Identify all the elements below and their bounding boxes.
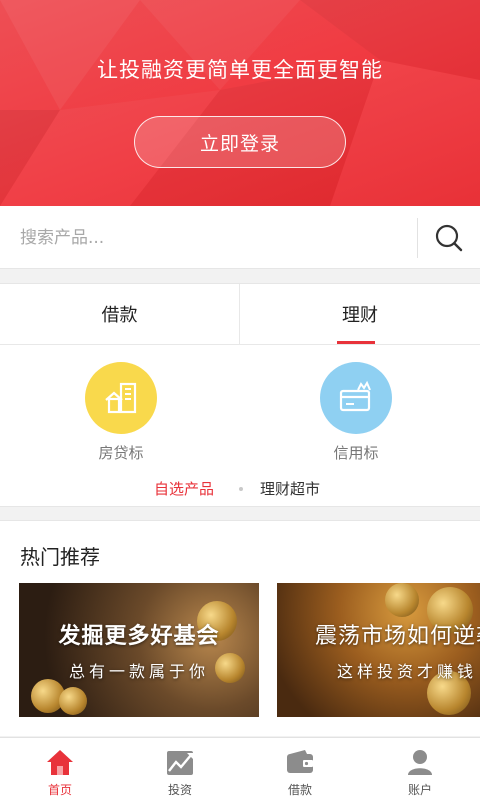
nav-loan[interactable]: 借款 — [240, 738, 360, 800]
promo-banner-fund[interactable]: 发掘更多好基会 总有一款属于你 — [19, 583, 259, 717]
credit-card-icon — [339, 380, 371, 412]
search-icon — [435, 224, 463, 251]
dot-separator — [239, 487, 243, 491]
hero-slogan: 让投融资更简单更全面更智能 — [97, 58, 383, 82]
category-label: 信用标 — [333, 444, 379, 462]
active-tab-indicator — [337, 341, 375, 344]
banner-title: 发掘更多好基会 — [58, 624, 220, 649]
nav-label: 首页 — [47, 783, 72, 797]
house-building-icon — [105, 382, 137, 414]
search-input[interactable] — [20, 222, 400, 254]
category-label: 房贷标 — [98, 444, 144, 462]
quick-link-self-select[interactable]: 自选产品 — [154, 478, 214, 499]
tab-borrow[interactable]: 借款 — [0, 284, 240, 344]
nav-home[interactable]: 首页 — [0, 738, 120, 800]
coin-graphic — [385, 583, 419, 617]
banner-subtitle: 这样投资才赚钱 — [336, 662, 477, 681]
category-mortgage[interactable]: 房贷标 — [71, 362, 171, 463]
tab-wealth[interactable]: 理财 — [240, 284, 480, 344]
category-panel: 借款 理财 房贷标 信用标 自选产品 理财超市 — [0, 283, 480, 507]
nav-invest[interactable]: 投资 — [120, 738, 240, 800]
user-icon — [404, 746, 436, 778]
search-button[interactable] — [418, 206, 480, 269]
quick-link-market[interactable]: 理财超市 — [260, 478, 320, 499]
coin-graphic — [59, 687, 87, 715]
category-credit[interactable]: 信用标 — [306, 362, 406, 463]
bottom-nav: 首页 投资 借款 账户 — [0, 737, 480, 800]
login-button[interactable]: 立即登录 — [134, 116, 346, 168]
home-icon — [44, 746, 76, 778]
search-bar — [0, 206, 480, 269]
banner-subtitle: 总有一款属于你 — [68, 662, 209, 681]
nav-label: 账户 — [407, 783, 432, 797]
chart-trend-icon — [164, 746, 196, 778]
nav-account[interactable]: 账户 — [360, 738, 480, 800]
banner-title: 震荡市场如何逆袭 — [314, 624, 480, 649]
promo-banner-market[interactable]: 震荡市场如何逆袭 这样投资才赚钱 — [277, 583, 480, 717]
coin-graphic — [215, 653, 245, 683]
hero-polygon-background — [0, 0, 480, 206]
nav-label: 投资 — [167, 783, 192, 797]
tab-bar: 借款 理财 — [0, 284, 480, 345]
category-circle — [85, 362, 157, 434]
section-title: 热门推荐 — [20, 545, 100, 569]
category-circle — [320, 362, 392, 434]
quick-links: 自选产品 理财超市 — [0, 478, 480, 500]
wallet-icon — [284, 746, 316, 778]
hero-banner: 让投融资更简单更全面更智能 立即登录 — [0, 0, 480, 206]
hot-recommend-section: 热门推荐 发掘更多好基会 总有一款属于你 震荡市场如何逆袭 这样投资才赚钱 — [0, 520, 480, 736]
nav-label: 借款 — [287, 783, 312, 797]
